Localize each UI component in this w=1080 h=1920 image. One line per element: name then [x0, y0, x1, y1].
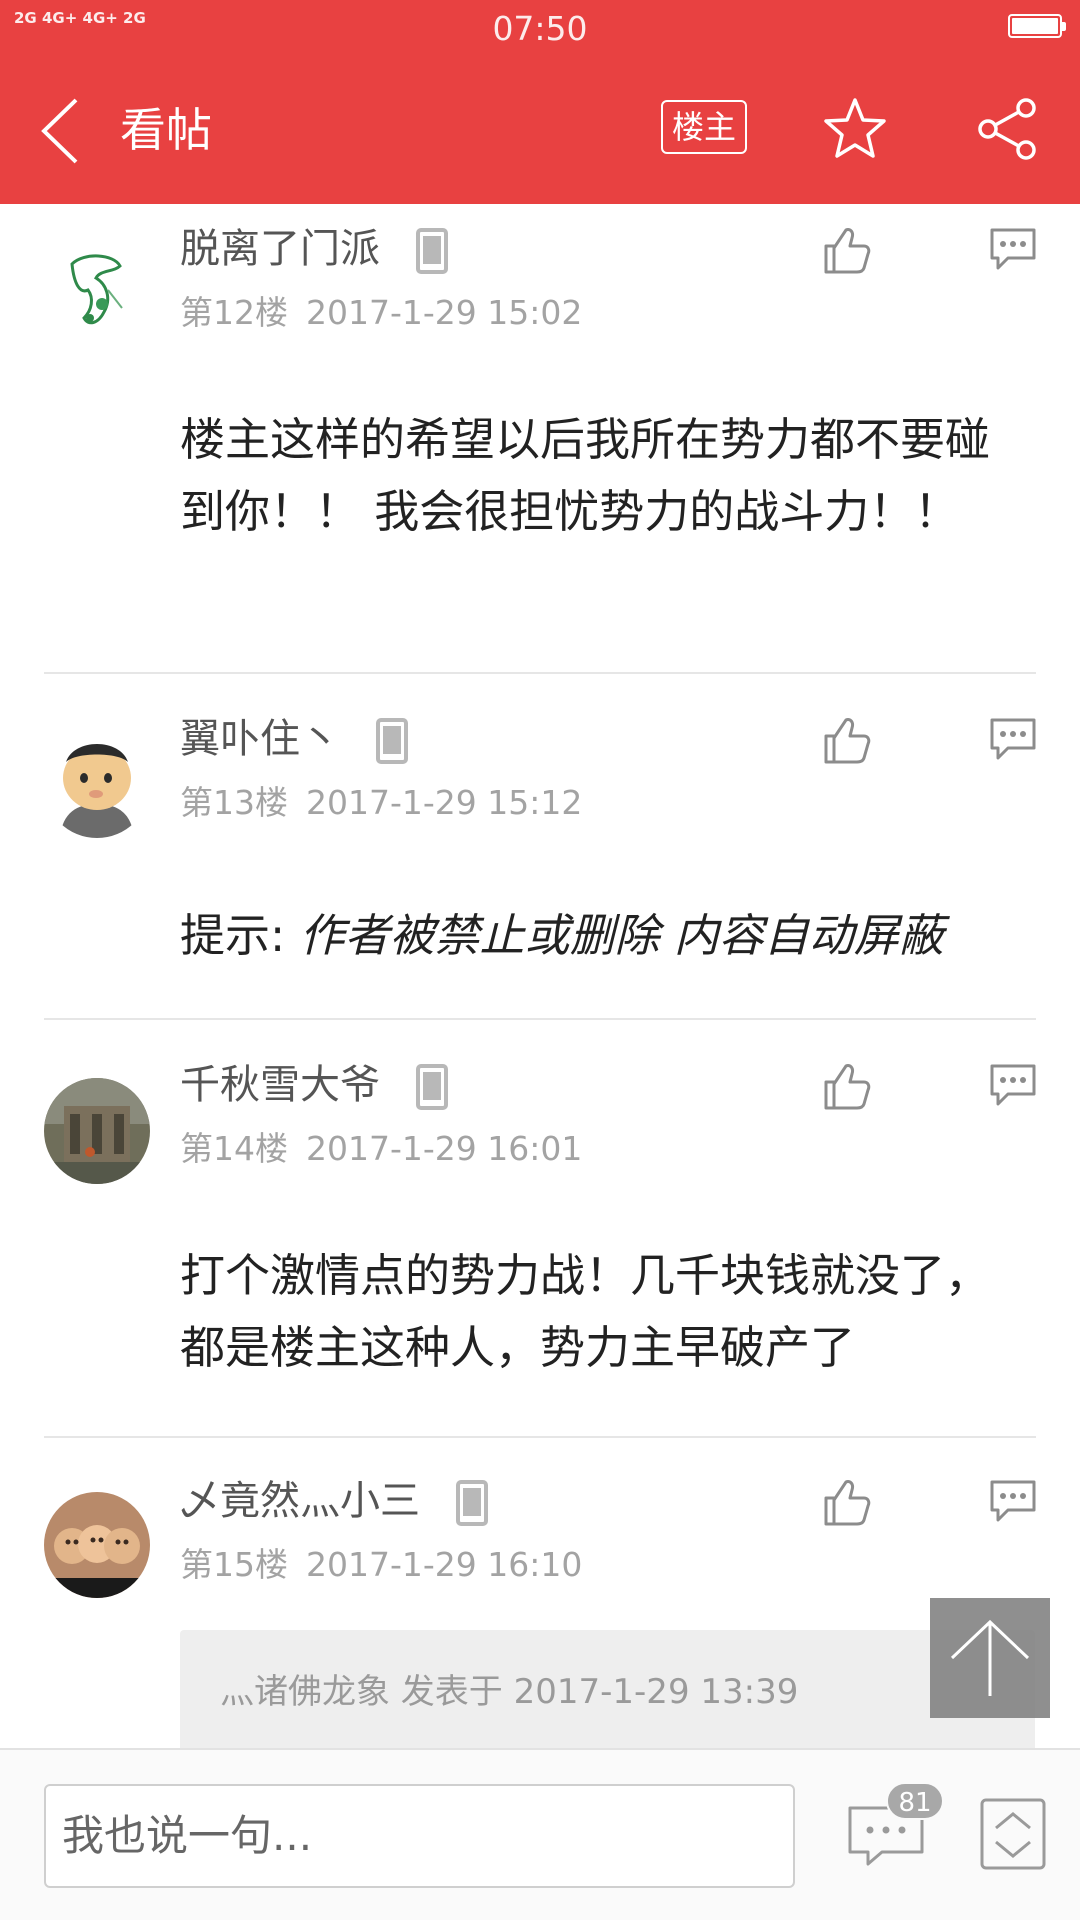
only-owner-button[interactable]: 楼主: [661, 100, 747, 154]
star-icon[interactable]: [822, 96, 888, 162]
post-meta: 第12楼 2017-1-29 15:02: [180, 292, 582, 334]
status-bar: 2G 4G+ 4G+ 2G 07:50: [0, 0, 1080, 58]
top-nav-bar: 看帖 楼主: [0, 58, 1080, 204]
post-body: 楼主这样的希望以后我所在势力都不要碰到你！！ 我会很担忧势力的战斗力！！: [180, 413, 991, 538]
mobile-device-icon: [415, 228, 448, 274]
post-time: 2017-1-29 15:12: [306, 783, 583, 822]
comment-icon[interactable]: [988, 226, 1038, 272]
scroll-to-top-button[interactable]: [930, 1598, 1050, 1718]
user-avatar[interactable]: [44, 1078, 150, 1184]
username[interactable]: 脱离了门派: [180, 224, 449, 274]
comment-count-badge: 81: [886, 1782, 944, 1820]
post-body: 打个激情点的势力战！几千块钱就没了，都是楼主这种人，势力主早破产了: [180, 1249, 991, 1374]
comment-icon[interactable]: [988, 716, 1038, 762]
status-time: 07:50: [492, 9, 588, 48]
user-avatar[interactable]: [44, 1492, 150, 1598]
chevron-left-icon[interactable]: [34, 96, 90, 166]
floor-number: 第13楼: [180, 783, 288, 822]
comment-input[interactable]: 我也说一句...: [44, 1784, 795, 1888]
post-list[interactable]: 脱离了门派 第12楼 2017-1-29 15:02 楼主这样的希望以后我所在势力…: [0, 204, 1080, 1748]
post-meta: 第14楼 2017-1-29 16:01: [180, 1128, 582, 1170]
comment-icon[interactable]: [988, 1062, 1038, 1108]
thumbs-up-icon[interactable]: [820, 224, 872, 276]
floor-number: 第15楼: [180, 1545, 288, 1584]
post-meta: 第13楼 2017-1-29 15:12: [180, 782, 582, 824]
blocked-notice: 作者被禁止或删除 内容自动屏蔽: [299, 909, 944, 962]
divider: [44, 672, 1036, 674]
floor-number: 第14楼: [180, 1129, 288, 1168]
divider: [44, 1018, 1036, 1020]
thumbs-up-icon[interactable]: [820, 1476, 872, 1528]
quote-header: 灬诸佛龙象 发表于 2017-1-29 13:39: [220, 1672, 799, 1712]
user-avatar[interactable]: [44, 732, 150, 838]
post-time: 2017-1-29 15:02: [306, 293, 583, 332]
thumbs-up-icon[interactable]: [820, 1060, 872, 1112]
mobile-device-icon: [415, 1064, 448, 1110]
page-title: 看帖: [120, 103, 212, 157]
bottom-bar: 我也说一句... 81: [0, 1748, 1080, 1920]
battery-icon: [1008, 14, 1066, 38]
thumbs-up-icon[interactable]: [820, 714, 872, 766]
comment-icon[interactable]: [988, 1478, 1038, 1524]
username[interactable]: 千秋雪大爷: [180, 1060, 449, 1110]
mobile-device-icon: [375, 718, 408, 764]
post-body: 提示: 作者被禁止或删除 内容自动屏蔽: [180, 909, 944, 962]
post-time: 2017-1-29 16:01: [306, 1129, 583, 1168]
post-meta: 第15楼 2017-1-29 16:10: [180, 1544, 582, 1586]
floor-number: 第12楼: [180, 293, 288, 332]
comment-placeholder: 我也说一句...: [62, 1811, 313, 1860]
share-icon[interactable]: [974, 96, 1040, 162]
mobile-device-icon: [455, 1480, 488, 1526]
divider: [44, 1436, 1036, 1438]
user-avatar[interactable]: [44, 234, 150, 340]
page-navigation-icon[interactable]: [980, 1798, 1046, 1870]
username[interactable]: 乄竟然灬小三: [180, 1476, 489, 1526]
quoted-post[interactable]: 灬诸佛龙象 发表于 2017-1-29 13:39: [180, 1630, 1035, 1748]
post-time: 2017-1-29 16:10: [306, 1545, 583, 1584]
username[interactable]: 翼卟住丶: [180, 714, 409, 764]
